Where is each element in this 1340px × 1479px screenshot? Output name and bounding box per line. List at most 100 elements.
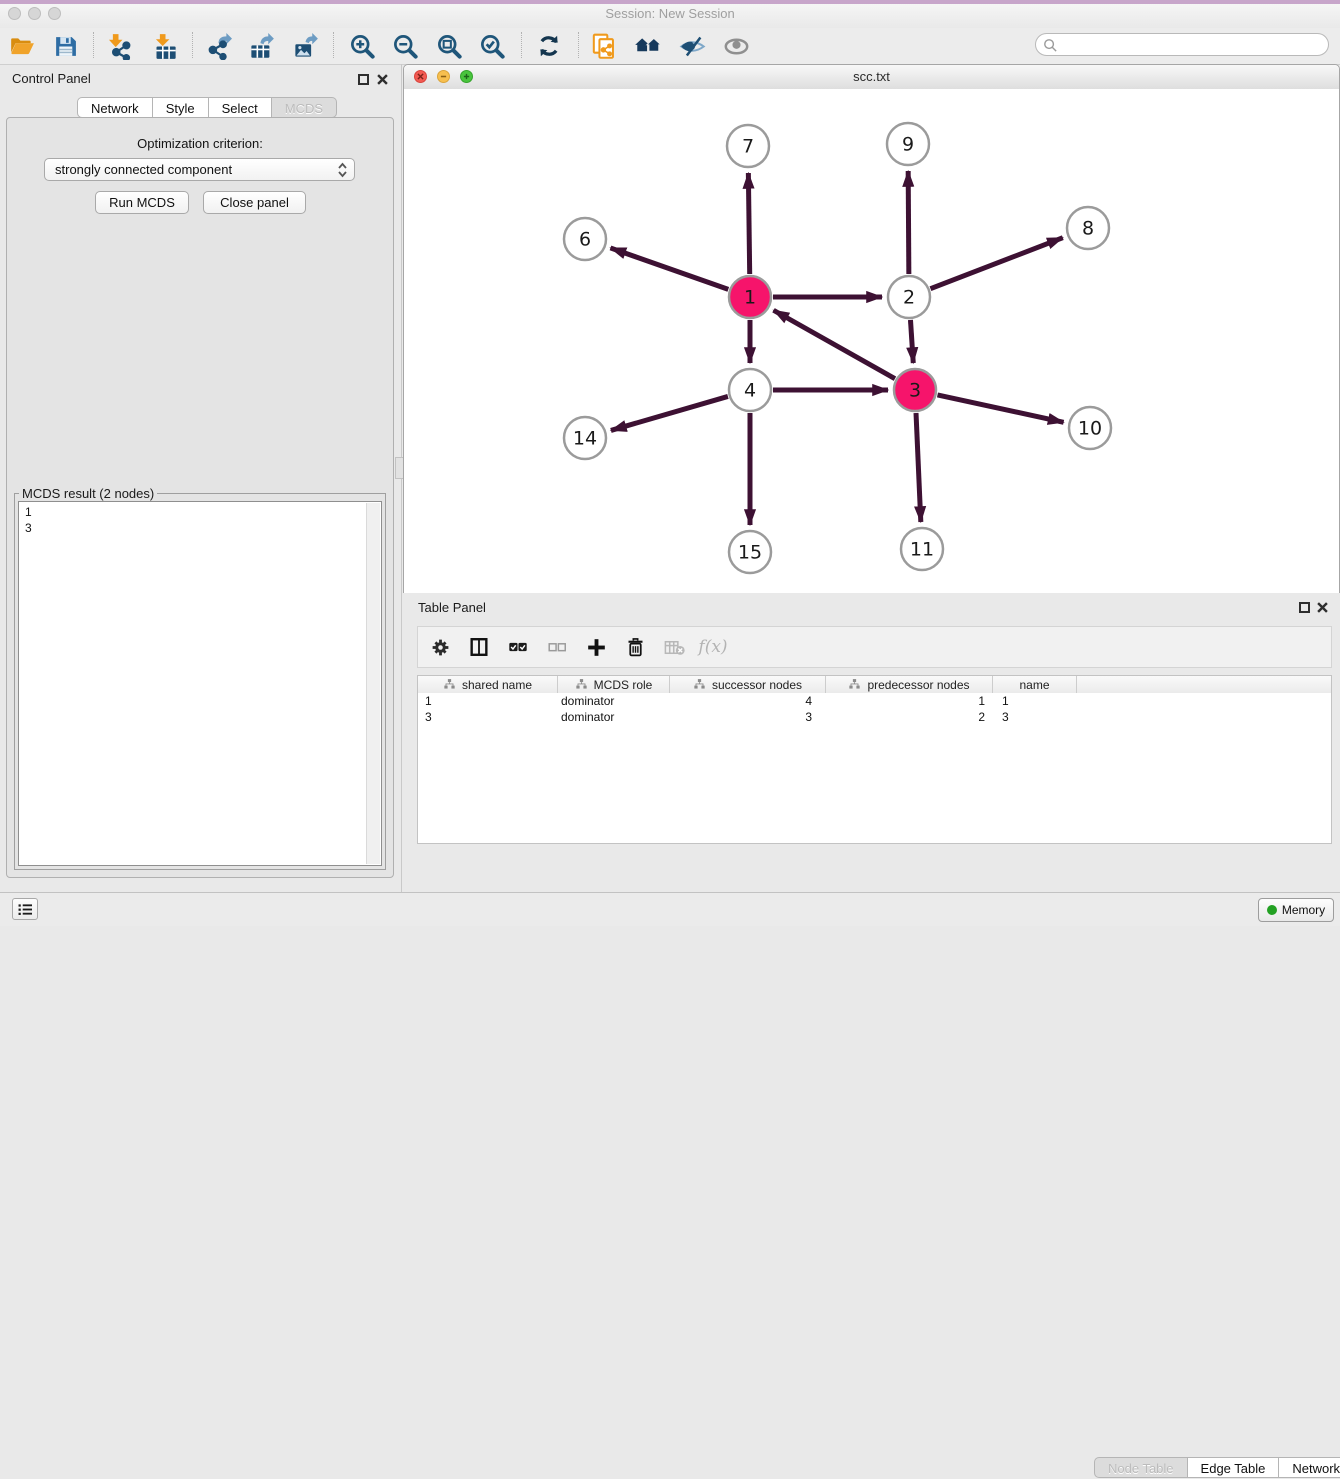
graph-edge-1-7[interactable] [748, 173, 749, 274]
gear-icon[interactable] [428, 635, 452, 659]
network-window-title: scc.txt [404, 69, 1339, 84]
table-panel-tabs: Node Table Edge Table Network Table Moti… [1094, 1457, 1340, 1478]
mcds-result-title: MCDS result (2 nodes) [19, 486, 157, 501]
graph-node-11[interactable]: 11 [901, 528, 943, 570]
delete-column-icon[interactable] [623, 635, 647, 659]
table-cell[interactable]: 1 [826, 693, 993, 709]
mcds-result-list[interactable]: 13 [18, 501, 382, 866]
graph-node-label: 11 [910, 539, 934, 561]
graph-node-1[interactable]: 1 [729, 276, 771, 318]
zoom-fit-icon[interactable] [431, 30, 467, 62]
show-all-icon[interactable] [718, 30, 754, 62]
save-session-icon[interactable] [47, 30, 83, 62]
graph-edge-3-1[interactable] [774, 310, 895, 378]
graph-node-7[interactable]: 7 [727, 125, 769, 167]
export-network-icon[interactable] [200, 30, 236, 62]
column-header-predecessor-nodes[interactable]: predecessor nodes [826, 676, 993, 693]
toolbar-separator [521, 32, 522, 58]
graph-edge-2-8[interactable] [930, 238, 1062, 289]
import-table-icon[interactable] [147, 30, 183, 62]
open-session-icon[interactable] [4, 30, 40, 62]
column-header-shared-name[interactable]: shared name [418, 676, 558, 693]
tab-style[interactable]: Style [153, 97, 209, 118]
zoom-in-icon[interactable] [344, 30, 380, 62]
status-bar: Memory [0, 892, 1340, 926]
function-builder-icon: f(x) [701, 635, 725, 659]
graph-node-14[interactable]: 14 [564, 417, 606, 459]
table-panel: Table Panel f(x) [403, 593, 1340, 892]
table-cell[interactable]: dominator [558, 709, 670, 725]
tab-select[interactable]: Select [209, 97, 272, 118]
search-box[interactable] [1035, 33, 1329, 56]
zoom-out-icon[interactable] [387, 30, 423, 62]
table-cell[interactable]: 3 [670, 709, 826, 725]
table-cell-filler [1077, 693, 1331, 709]
search-input[interactable] [1062, 35, 1321, 56]
graph-node-15[interactable]: 15 [729, 531, 771, 573]
control-panel-close-icon[interactable] [377, 74, 388, 85]
tab-network[interactable]: Network [77, 97, 153, 118]
graph-edge-2-9[interactable] [908, 171, 909, 274]
hide-selected-icon[interactable] [674, 30, 710, 62]
table-cell[interactable]: 3 [993, 709, 1077, 725]
table-row[interactable]: 3dominator323 [418, 709, 1331, 725]
graph-edge-2-3[interactable] [910, 320, 913, 363]
task-history-button[interactable] [12, 898, 38, 920]
graph-node-8[interactable]: 8 [1067, 207, 1109, 249]
column-header-mcds-role[interactable]: MCDS role [558, 676, 670, 693]
graph-node-2[interactable]: 2 [888, 276, 930, 318]
graph-edge-3-11[interactable] [916, 413, 921, 522]
import-network-icon[interactable] [100, 30, 136, 62]
zoom-selected-icon[interactable] [474, 30, 510, 62]
table-cell[interactable]: 1 [418, 693, 558, 709]
table-cell[interactable]: 1 [993, 693, 1077, 709]
graph-node-3[interactable]: 3 [894, 369, 936, 411]
network-window-titlebar[interactable]: scc.txt [404, 65, 1339, 90]
table-cell[interactable]: 2 [826, 709, 993, 725]
graph-node-10[interactable]: 10 [1069, 407, 1111, 449]
table-cell-filler [1077, 709, 1331, 725]
graph-edge-4-14[interactable] [611, 396, 728, 430]
graph-node-9[interactable]: 9 [887, 123, 929, 165]
delete-table-icon [662, 635, 686, 659]
apply-layout-icon[interactable] [531, 30, 567, 62]
table-cell[interactable]: dominator [558, 693, 670, 709]
network-graph: 7 9 6 8 1 2 4 3 14 10 15 11 [404, 89, 1339, 593]
network-canvas[interactable]: 7 9 6 8 1 2 4 3 14 10 15 11 [404, 89, 1339, 593]
title-bar: Session: New Session [0, 0, 1340, 29]
clone-network-icon[interactable] [586, 30, 622, 62]
optimization-criterion-select[interactable]: strongly connected component [44, 158, 355, 181]
memory-button[interactable]: Memory [1258, 898, 1334, 922]
table-panel-close-icon[interactable] [1317, 602, 1328, 613]
columns-icon[interactable] [467, 635, 491, 659]
table-cell[interactable]: 4 [670, 693, 826, 709]
go-home-icon[interactable] [630, 30, 666, 62]
deselect-all-icon[interactable] [545, 635, 569, 659]
graph-node-6[interactable]: 6 [564, 218, 606, 260]
column-header-name[interactable]: name [993, 676, 1077, 693]
tab-edge-table[interactable]: Edge Table [1188, 1457, 1280, 1478]
tab-network-table[interactable]: Network Table [1279, 1457, 1340, 1478]
tab-mcds[interactable]: MCDS [272, 97, 337, 118]
column-header-successor-nodes[interactable]: successor nodes [670, 676, 826, 693]
export-table-icon[interactable] [243, 30, 279, 62]
graph-node-4[interactable]: 4 [729, 369, 771, 411]
export-image-icon[interactable] [287, 30, 323, 62]
run-mcds-button[interactable]: Run MCDS [95, 191, 189, 214]
table-panel-float-icon[interactable] [1299, 602, 1310, 613]
table-body: 1dominator4113dominator323 [417, 693, 1332, 844]
table-panel-title: Table Panel [418, 600, 486, 615]
select-all-icon[interactable] [506, 635, 530, 659]
tab-node-table[interactable]: Node Table [1094, 1457, 1188, 1478]
control-panel-tabs: Network Style Select MCDS [77, 97, 337, 118]
table-row[interactable]: 1dominator411 [418, 693, 1331, 709]
close-panel-button[interactable]: Close panel [203, 191, 306, 214]
control-panel-float-icon[interactable] [358, 74, 369, 85]
add-column-icon[interactable] [584, 635, 608, 659]
graph-edge-1-6[interactable] [610, 248, 728, 289]
graph-edge-3-10[interactable] [937, 395, 1063, 422]
mcds-result-scrollbar[interactable] [366, 503, 380, 864]
optimization-criterion-label: Optimization criterion: [0, 136, 400, 151]
table-cell[interactable]: 3 [418, 709, 558, 725]
column-header-label: successor nodes [712, 678, 802, 692]
